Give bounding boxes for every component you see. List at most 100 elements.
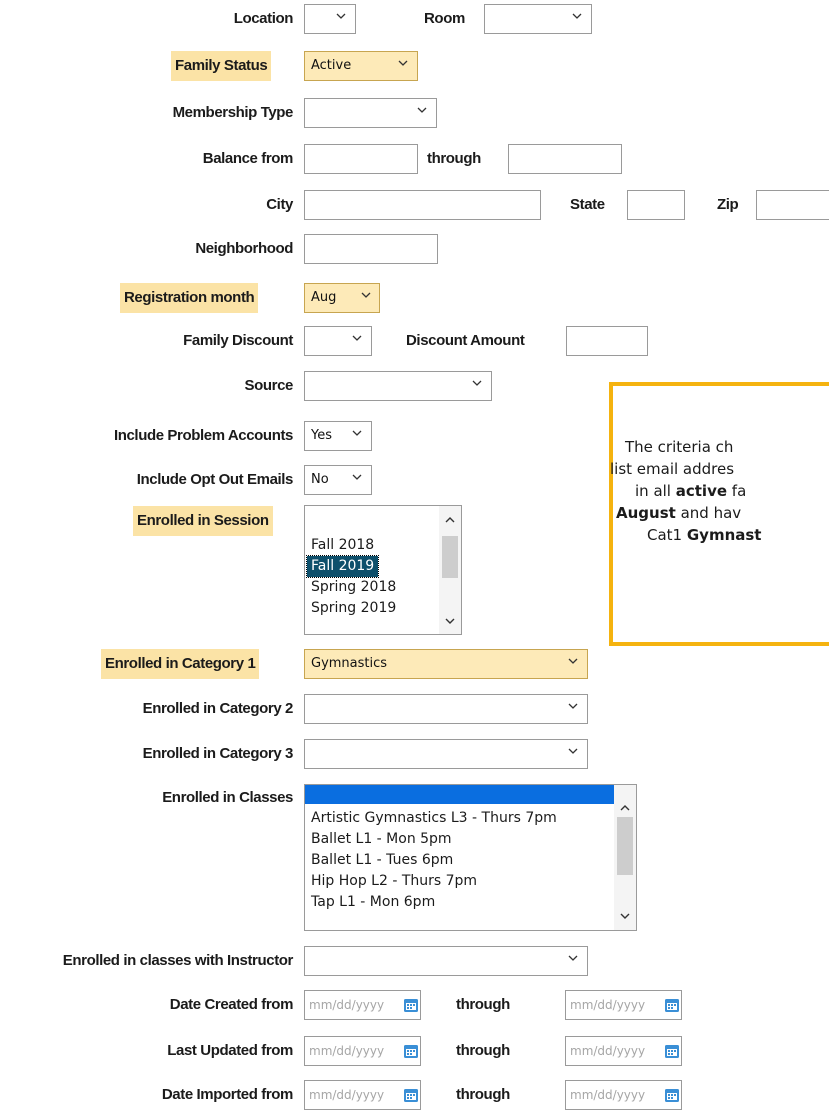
list-item[interactable]: Ballet L1 - Mon 5pm: [311, 829, 452, 850]
registration-month-select[interactable]: Aug: [304, 283, 380, 313]
chevron-down-icon: [567, 952, 579, 964]
last-updated-through-input[interactable]: mm/dd/yyyy: [565, 1036, 682, 1066]
list-item-selected[interactable]: Fall 2019: [305, 555, 380, 578]
callout-line: August and hav: [616, 504, 742, 522]
selected-blank-option[interactable]: [305, 785, 614, 804]
list-item[interactable]: Spring 2018: [311, 577, 396, 598]
chevron-down-icon: [471, 377, 483, 389]
scroll-down-icon[interactable]: [619, 909, 631, 925]
include-problem-accounts-value: Yes: [311, 428, 332, 443]
chevron-down-icon: [351, 427, 363, 439]
date-created-from-input[interactable]: mm/dd/yyyy: [304, 990, 421, 1020]
state-input[interactable]: [627, 190, 685, 220]
family-status-select[interactable]: Active: [304, 51, 418, 81]
date-placeholder: mm/dd/yyyy: [309, 1044, 385, 1058]
zip-input[interactable]: [756, 190, 829, 220]
list-item[interactable]: Hip Hop L2 - Thurs 7pm: [311, 871, 477, 892]
last-updated-through-label: through: [456, 1042, 510, 1059]
chevron-down-icon: [397, 57, 409, 69]
location-label: Location: [233, 10, 294, 27]
include-opt-out-emails-value: No: [311, 472, 329, 487]
scroll-up-icon[interactable]: [444, 513, 456, 529]
membership-type-label: Membership Type: [172, 104, 294, 121]
enrolled-with-instructor-label: Enrolled in classes with Instructor: [62, 952, 294, 969]
instructor-select[interactable]: [304, 946, 588, 976]
date-imported-from-input[interactable]: mm/dd/yyyy: [304, 1080, 421, 1110]
room-select[interactable]: [484, 4, 592, 34]
date-created-through-input[interactable]: mm/dd/yyyy: [565, 990, 682, 1020]
balance-from-label: Balance from: [202, 150, 294, 167]
category1-select[interactable]: Gymnastics: [304, 649, 588, 679]
source-select[interactable]: [304, 371, 492, 401]
session-listbox[interactable]: Fall 2018 Fall 2019 Spring 2018 Spring 2…: [304, 505, 462, 635]
source-label: Source: [244, 377, 294, 394]
calendar-icon[interactable]: [403, 1087, 419, 1106]
last-updated-from-label: Last Updated from: [167, 1042, 293, 1059]
family-discount-select[interactable]: [304, 326, 372, 356]
chevron-down-icon: [351, 332, 363, 344]
scrollbar-thumb[interactable]: [617, 817, 633, 875]
chevron-down-icon: [351, 471, 363, 483]
list-item[interactable]: Spring 2019: [311, 598, 396, 619]
date-created-from-label: Date Created from: [169, 996, 294, 1013]
scrollbar-thumb[interactable]: [442, 536, 458, 578]
balance-from-input[interactable]: [304, 144, 418, 174]
enrolled-in-category2-label: Enrolled in Category 2: [142, 700, 294, 717]
chevron-down-icon: [416, 104, 428, 116]
calendar-icon[interactable]: [664, 1043, 680, 1062]
category3-select[interactable]: [304, 739, 588, 769]
neighborhood-label: Neighborhood: [195, 240, 293, 257]
membership-type-select[interactable]: [304, 98, 437, 128]
enrolled-in-category1-label: Enrolled in Category 1: [101, 649, 260, 679]
date-placeholder: mm/dd/yyyy: [570, 1044, 646, 1058]
category1-value: Gymnastics: [311, 656, 388, 671]
family-status-label: Family Status: [171, 51, 272, 81]
date-placeholder: mm/dd/yyyy: [309, 1088, 385, 1102]
discount-amount-input[interactable]: [566, 326, 648, 356]
chevron-down-icon: [360, 289, 372, 301]
date-created-through-label: through: [456, 996, 510, 1013]
include-opt-out-emails-select[interactable]: No: [304, 465, 372, 495]
neighborhood-input[interactable]: [304, 234, 438, 264]
list-item[interactable]: Ballet L1 - Tues 6pm: [311, 850, 453, 871]
scroll-down-icon[interactable]: [444, 614, 456, 630]
registration-month-label: Registration month: [120, 283, 259, 313]
scroll-up-icon[interactable]: [619, 801, 631, 817]
room-label: Room: [424, 10, 465, 27]
criteria-callout: The criteria ch list email addres in all…: [609, 382, 829, 646]
chevron-down-icon: [335, 10, 347, 22]
enrolled-in-category3-label: Enrolled in Category 3: [142, 745, 294, 762]
classes-listbox[interactable]: Artistic Gymnastics L3 - Thurs 7pm Balle…: [304, 784, 637, 931]
calendar-icon[interactable]: [403, 1043, 419, 1062]
category2-select[interactable]: [304, 694, 588, 724]
last-updated-from-input[interactable]: mm/dd/yyyy: [304, 1036, 421, 1066]
location-select[interactable]: [304, 4, 356, 34]
city-input[interactable]: [304, 190, 541, 220]
date-placeholder: mm/dd/yyyy: [570, 1088, 646, 1102]
chevron-down-icon: [567, 745, 579, 757]
chevron-down-icon: [571, 10, 583, 22]
state-label: State: [570, 196, 605, 213]
list-item[interactable]: Tap L1 - Mon 6pm: [311, 892, 435, 913]
classes-scrollbar[interactable]: [614, 785, 636, 930]
calendar-icon[interactable]: [664, 1087, 680, 1106]
balance-through-input[interactable]: [508, 144, 622, 174]
include-problem-accounts-label: Include Problem Accounts: [113, 427, 293, 444]
include-problem-accounts-select[interactable]: Yes: [304, 421, 372, 451]
list-item[interactable]: Fall 2018: [311, 535, 374, 556]
callout-line: The criteria ch: [625, 438, 734, 456]
date-imported-through-input[interactable]: mm/dd/yyyy: [565, 1080, 682, 1110]
enrolled-in-classes-label: Enrolled in Classes: [162, 789, 293, 806]
calendar-icon[interactable]: [664, 997, 680, 1016]
balance-through-label: through: [427, 150, 481, 167]
session-scrollbar[interactable]: [439, 506, 461, 634]
date-placeholder: mm/dd/yyyy: [309, 998, 385, 1012]
discount-amount-label: Discount Amount: [406, 332, 525, 349]
include-opt-out-emails-label: Include Opt Out Emails: [136, 471, 294, 488]
calendar-icon[interactable]: [403, 997, 419, 1016]
family-discount-label: Family Discount: [183, 332, 293, 349]
callout-line: in all active fa: [635, 482, 747, 500]
list-item[interactable]: Artistic Gymnastics L3 - Thurs 7pm: [311, 808, 557, 829]
date-imported-through-label: through: [456, 1086, 510, 1103]
city-label: City: [266, 196, 293, 213]
